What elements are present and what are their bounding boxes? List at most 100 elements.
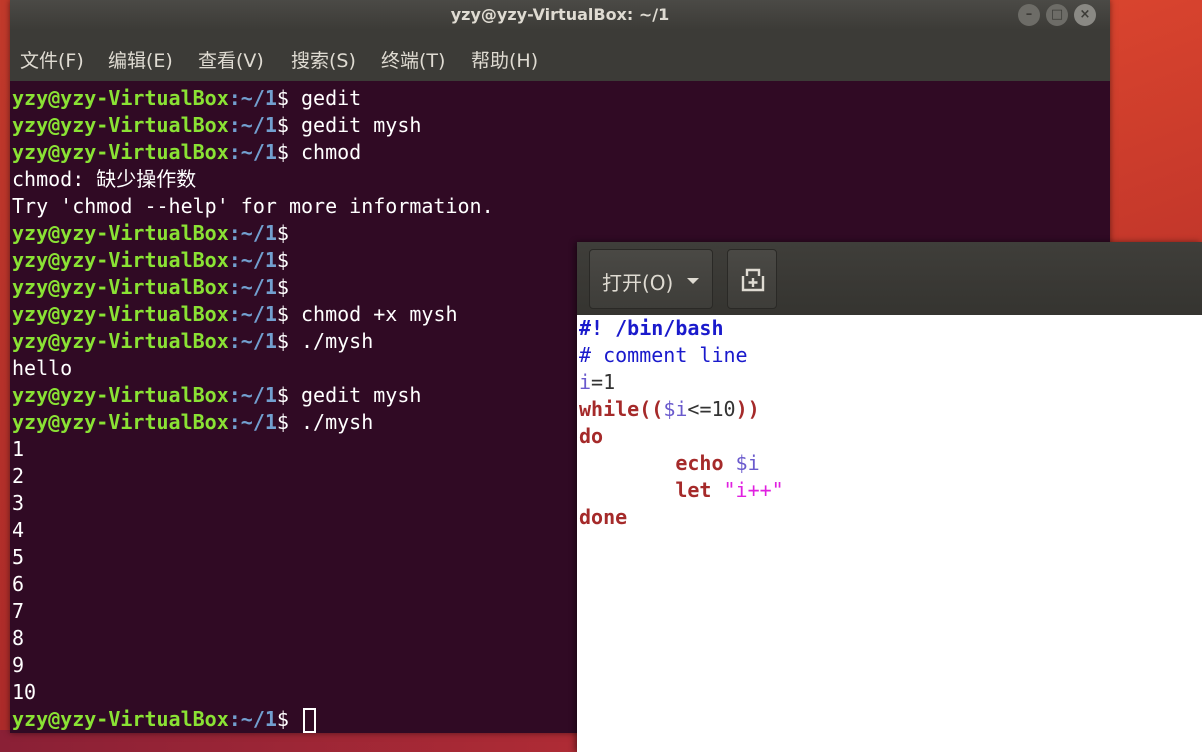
output-text: chmod: 缺少操作数 [12,167,197,191]
prompt-user: yzy@yzy-VirtualBox [12,410,229,434]
code-token: $i [735,451,760,475]
code-token: <=10 [687,397,736,421]
prompt-path: :~/1 [228,707,277,731]
command-text: ./mysh [288,410,374,434]
code-token: =1 [591,370,616,394]
output-text: hello [12,356,73,380]
command-text: gedit mysh [288,383,422,407]
menu-bar: 文件(F) 编辑(E) 查看(V) 搜索(S) 终端(T) 帮助(H) [10,30,1110,81]
prompt-symbol: $ [276,248,289,272]
new-document-icon [741,268,765,292]
prompt-path: :~/1 [228,383,277,407]
prompt-user: yzy@yzy-VirtualBox [12,383,229,407]
output-text: 10 [12,680,37,704]
open-button-label: 打开(O) [602,271,674,295]
code-line: echo $i [579,450,1199,477]
prompt-symbol: $ [276,221,289,245]
command-text: chmod +x mysh [288,302,458,326]
output-text: 7 [12,599,25,623]
output-text: 2 [12,464,25,488]
prompt-symbol: $ [276,383,289,407]
menu-help[interactable]: 帮助(H) [471,30,538,81]
prompt-user: yzy@yzy-VirtualBox [12,329,229,353]
prompt-symbol: $ [276,410,289,434]
menu-view[interactable]: 查看(V) [198,30,264,81]
code-token: echo [675,451,724,475]
prompt-symbol: $ [276,275,289,299]
prompt-symbol: $ [276,140,289,164]
prompt-user: yzy@yzy-VirtualBox [12,86,229,110]
window-title: yzy@yzy-VirtualBox: ~/1 [450,5,670,24]
prompt-path: :~/1 [228,329,277,353]
code-token: (( [639,397,664,421]
prompt-symbol: $ [276,113,289,137]
prompt-user: yzy@yzy-VirtualBox [12,221,229,245]
prompt-path: :~/1 [228,113,277,137]
menu-search[interactable]: 搜索(S) [291,30,356,81]
prompt-symbol: $ [276,86,289,110]
code-editor[interactable]: #! /bin/bash # comment line i=1 while(($i<=… [579,315,1199,752]
new-document-button[interactable] [727,249,777,309]
code-token: do [579,424,604,448]
desktop-background-bottom [0,730,600,752]
code-token: done [579,505,628,529]
prompt-path: :~/1 [228,248,277,272]
code-line: let "i++" [579,477,1199,504]
code-token: "i++" [723,478,784,502]
code-line: i=1 [579,369,1199,396]
prompt-path: :~/1 [228,410,277,434]
output-text: 9 [12,653,25,677]
close-button[interactable]: × [1074,4,1096,26]
text-cursor [303,708,317,733]
open-button[interactable]: 打开(O) [589,249,713,309]
code-line: do [579,423,1199,450]
minimize-button[interactable]: – [1018,4,1040,26]
command-text: gedit mysh [288,113,422,137]
output-text: 8 [12,626,25,650]
prompt-user: yzy@yzy-VirtualBox [12,302,229,326]
prompt-user: yzy@yzy-VirtualBox [12,140,229,164]
terminal-line: yzy@yzy-VirtualBox:~/1$ chmod [12,139,1108,166]
code-token: while [579,397,640,421]
prompt-path: :~/1 [228,221,277,245]
gedit-window[interactable]: 打开(O) #! /bin/bash # comment line i=1 while… [577,242,1202,752]
prompt-user: yzy@yzy-VirtualBox [12,248,229,272]
terminal-line: chmod: 缺少操作数 [12,166,1108,193]
prompt-user: yzy@yzy-VirtualBox [12,113,229,137]
prompt-user: yzy@yzy-VirtualBox [12,707,229,731]
command-text [289,707,301,731]
prompt-path: :~/1 [228,275,277,299]
code-token: let [675,478,712,502]
menu-file[interactable]: 文件(F) [20,30,84,81]
prompt-path: :~/1 [228,140,277,164]
prompt-symbol: $ [276,302,289,326]
code-line: while(($i<=10)) [579,396,1199,423]
code-token: # comment line [579,343,748,367]
output-text: 1 [12,437,25,461]
command-text: ./mysh [288,329,374,353]
code-token: $i [663,397,688,421]
menu-edit[interactable]: 编辑(E) [108,30,173,81]
maximize-button[interactable]: □ [1046,4,1068,26]
code-token: )) [735,397,760,421]
code-token: i [579,370,592,394]
output-text: Try 'chmod --help' for more information. [12,194,494,218]
code-line: done [579,504,1199,531]
command-text: chmod [288,140,362,164]
prompt-path: :~/1 [228,302,277,326]
terminal-line: Try 'chmod --help' for more information. [12,193,1108,220]
output-text: 5 [12,545,25,569]
command-text: gedit [288,86,362,110]
gedit-header-bar: 打开(O) [577,242,1202,315]
menu-terminal[interactable]: 终端(T) [381,30,445,81]
output-text: 6 [12,572,25,596]
title-bar[interactable]: yzy@yzy-VirtualBox: ~/1 – □ × [10,0,1110,30]
prompt-symbol: $ [276,707,289,731]
prompt-user: yzy@yzy-VirtualBox [12,275,229,299]
code-line: #! /bin/bash [579,315,1199,342]
output-text: 4 [12,518,25,542]
